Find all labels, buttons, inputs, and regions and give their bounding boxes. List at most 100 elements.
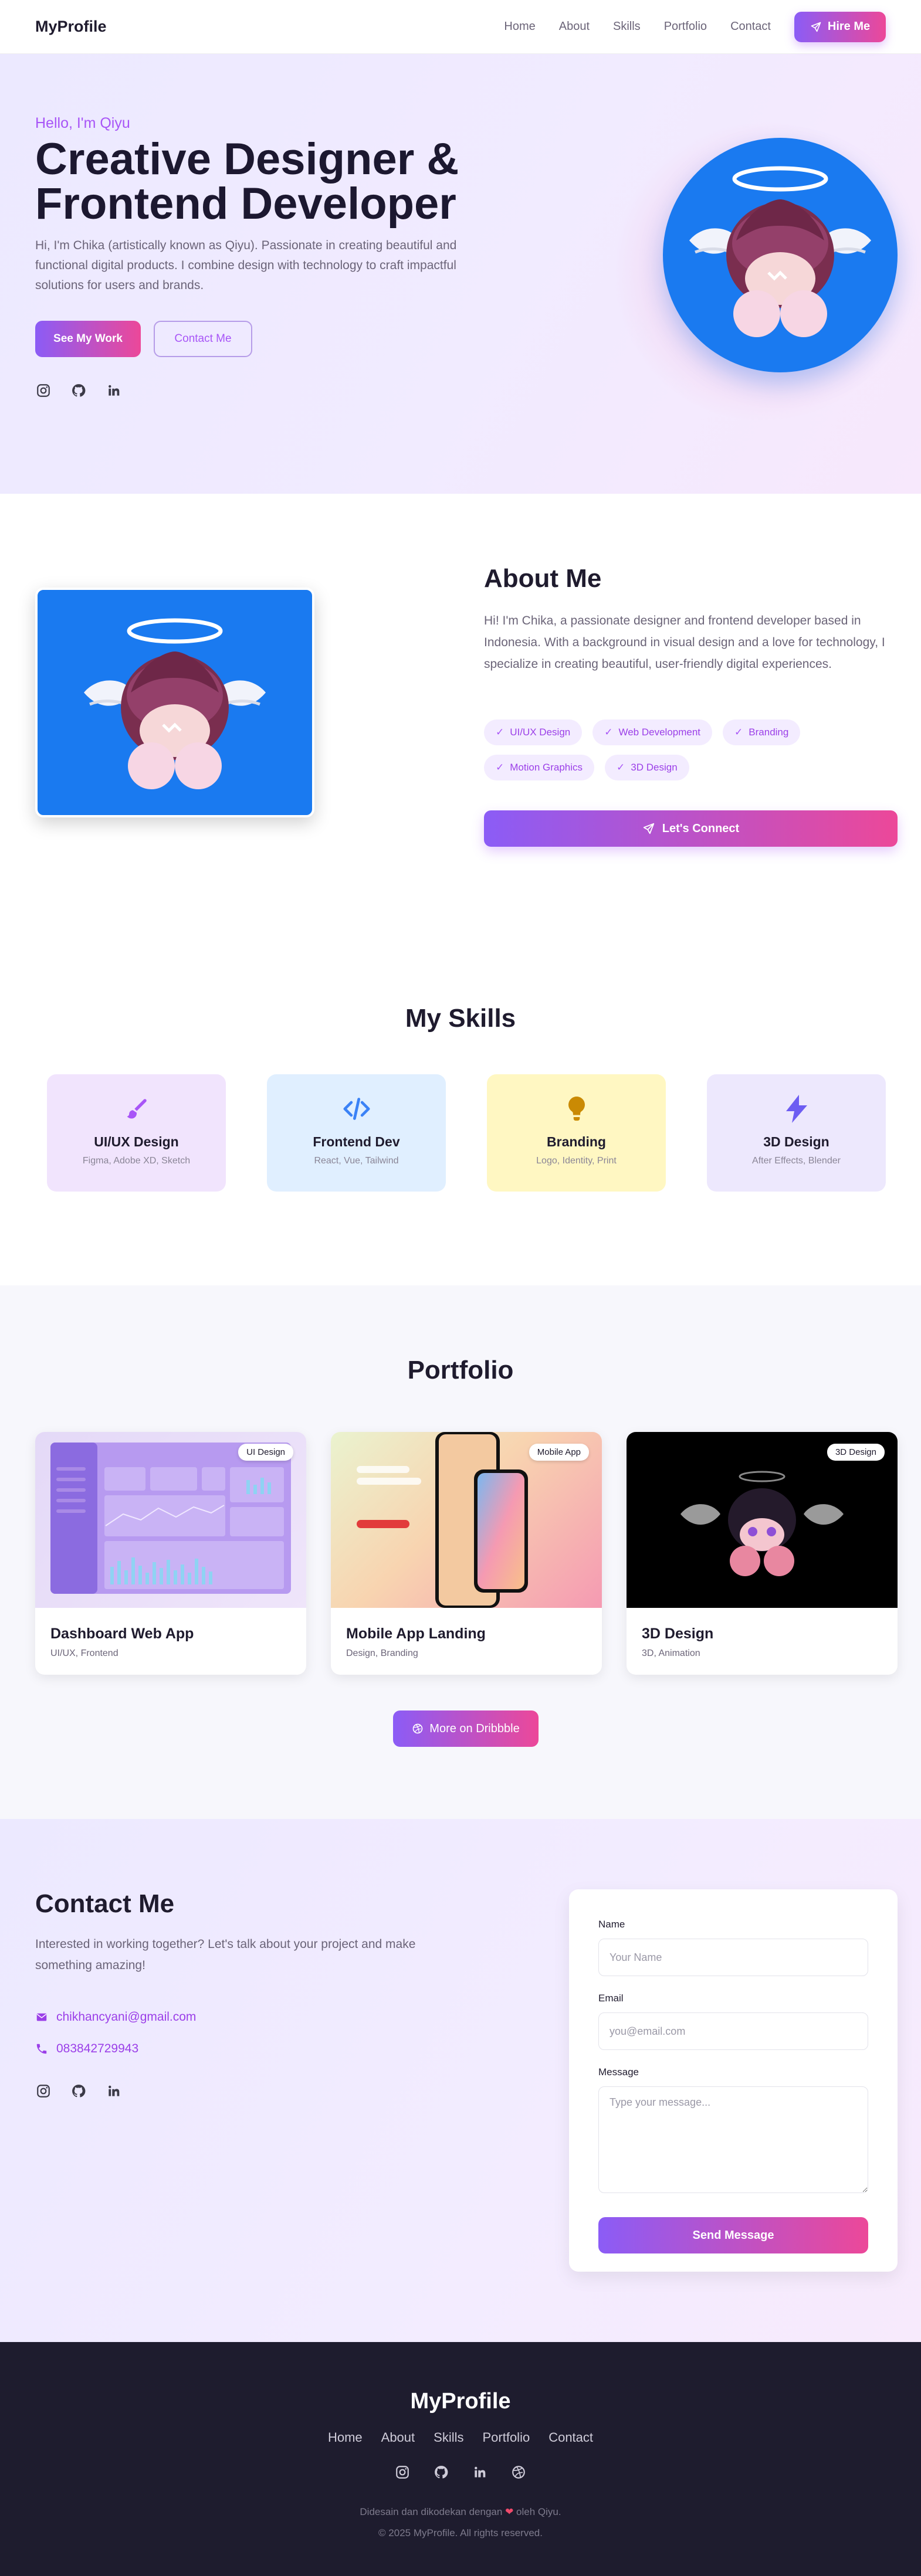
message-field[interactable]: [598, 2086, 868, 2193]
more-on-dribbble-button[interactable]: More on Dribbble: [393, 1710, 539, 1747]
portfolio-card-subtitle: 3D, Animation: [642, 1648, 700, 1658]
footer-brand[interactable]: MyProfile: [0, 2389, 921, 2414]
tag-uiux: ✓ UI/UX Design: [484, 719, 583, 745]
portfolio-card-mobile[interactable]: Mobile App Mobile App Landing Design, Br…: [331, 1432, 602, 1675]
portfolio-badge: UI Design: [238, 1444, 293, 1461]
footer-link-about[interactable]: About: [381, 2430, 415, 2445]
send-message-button[interactable]: Send Message: [598, 2217, 868, 2253]
skill-name: UI/UX Design: [94, 1134, 179, 1149]
portfolio-card-dashboard[interactable]: UI Design Dashboard Web App UI/UX, Front…: [35, 1432, 306, 1675]
mail-icon: [35, 2011, 48, 2024]
portfolio-title: Portfolio: [407, 1356, 514, 1384]
phone-icon: [35, 2042, 48, 2055]
hero-avatar: [663, 138, 898, 372]
about-tags: ✓ UI/UX Design ✓ Web Development ✓ Branding…: [484, 719, 889, 780]
brand-logo[interactable]: MyProfile: [35, 18, 107, 36]
hire-me-button[interactable]: Hire Me: [794, 11, 886, 42]
skill-name: Branding: [547, 1134, 606, 1149]
check-icon: ✓: [734, 727, 743, 738]
footer-link-home[interactable]: Home: [328, 2430, 363, 2445]
footer: MyProfile Home About Skills Portfolio Co…: [0, 2342, 921, 2576]
portfolio-card-subtitle: UI/UX, Frontend: [50, 1648, 118, 1658]
contact-email-text[interactable]: chikhancyani@gmail.com: [56, 2010, 196, 2024]
skill-cards: UI/UX Design Figma, Adobe XD, Sketch Fro…: [47, 1074, 886, 1192]
tag-3d: ✓ 3D Design: [605, 755, 689, 780]
skills-section: My Skills UI/UX Design Figma, Adobe XD, …: [0, 957, 921, 1285]
contact-email[interactable]: chikhancyani@gmail.com: [35, 2010, 196, 2024]
nav-link-skills[interactable]: Skills: [613, 20, 641, 33]
contact-form: Name Email Message Send Message: [569, 1889, 898, 2272]
instagram-icon[interactable]: [35, 382, 52, 399]
portfolio-cards: UI Design Dashboard Web App UI/UX, Front…: [35, 1432, 898, 1675]
nav-link-home[interactable]: Home: [504, 20, 535, 33]
message-label: Message: [598, 2066, 639, 2078]
portfolio-badge: 3D Design: [827, 1444, 885, 1461]
linkedin-icon[interactable]: [472, 2464, 488, 2480]
portfolio-card-3d[interactable]: 3D Design 3D Design 3D, Animation: [627, 1432, 898, 1675]
name-label: Name: [598, 1919, 625, 1930]
name-field[interactable]: [598, 1939, 868, 1976]
tag-label: Branding: [749, 727, 789, 738]
see-my-work-button[interactable]: See My Work: [35, 321, 141, 357]
portfolio-section: Portfolio UI Design Dashboard Web App UI…: [0, 1285, 921, 1819]
skill-tools: Logo, Identity, Print: [536, 1156, 617, 1166]
footer-links: Home About Skills Portfolio Contact: [0, 2430, 921, 2445]
skill-name: Frontend Dev: [313, 1134, 400, 1149]
instagram-icon[interactable]: [394, 2464, 411, 2480]
dribbble-icon: [412, 1723, 424, 1735]
3d-design-preview-image: 3D Design: [627, 1432, 898, 1608]
footer-link-contact[interactable]: Contact: [548, 2430, 593, 2445]
nav-link-about[interactable]: About: [559, 20, 590, 33]
tag-branding: ✓ Branding: [723, 719, 801, 745]
nav-link-contact[interactable]: Contact: [730, 20, 771, 33]
dribbble-icon[interactable]: [510, 2464, 527, 2480]
angel-character-image: [38, 590, 312, 815]
portfolio-card-title: Mobile App Landing: [346, 1625, 486, 1642]
check-icon: ✓: [604, 727, 613, 738]
linkedin-icon[interactable]: [106, 2083, 122, 2099]
email-label: Email: [598, 1993, 624, 2004]
tag-label: 3D Design: [631, 762, 678, 773]
footer-link-skills[interactable]: Skills: [434, 2430, 463, 2445]
skill-tools: After Effects, Blender: [752, 1156, 841, 1166]
angel-character-image: [663, 138, 898, 372]
portfolio-card-subtitle: Design, Branding: [346, 1648, 418, 1658]
footer-made-with: Didesain dan dikodekan dengan ❤ oleh Qiy…: [0, 2506, 921, 2518]
hero-title-line1: Creative Designer &: [35, 134, 459, 184]
hire-me-label: Hire Me: [827, 20, 871, 33]
tag-label: UI/UX Design: [510, 727, 571, 738]
contact-description: Interested in working together? Let's ta…: [35, 1937, 416, 1972]
skill-card-uiux: UI/UX Design Figma, Adobe XD, Sketch: [47, 1074, 226, 1192]
hero-title: Creative Designer & Frontend Developer: [35, 137, 563, 226]
lets-connect-label: Let's Connect: [662, 822, 740, 835]
footer-social-links: [0, 2464, 921, 2480]
skill-card-branding: Branding Logo, Identity, Print: [487, 1074, 666, 1192]
lets-connect-button[interactable]: Let's Connect: [484, 810, 898, 847]
tag-motion: ✓ Motion Graphics: [484, 755, 595, 780]
footer-made-suffix: oleh Qiyu.: [516, 2506, 561, 2517]
contact-social-links: [35, 2083, 122, 2099]
lightbulb-icon: [562, 1094, 591, 1124]
hero-actions: See My Work Contact Me: [35, 321, 252, 357]
github-icon[interactable]: [433, 2464, 449, 2480]
skill-tools: Figma, Adobe XD, Sketch: [82, 1156, 191, 1166]
contact-me-button[interactable]: Contact Me: [154, 321, 252, 357]
contact-phone-text[interactable]: 083842729943: [56, 2042, 138, 2056]
email-field[interactable]: [598, 2012, 868, 2050]
linkedin-icon[interactable]: [106, 382, 122, 399]
skill-tools: React, Vue, Tailwind: [314, 1156, 399, 1166]
footer-made-prefix: Didesain dan dikodekan dengan: [360, 2506, 503, 2517]
github-icon[interactable]: [70, 382, 87, 399]
footer-link-portfolio[interactable]: Portfolio: [482, 2430, 530, 2445]
send-icon: [642, 822, 655, 835]
github-icon[interactable]: [70, 2083, 87, 2099]
mobile-landing-preview-image: Mobile App: [331, 1432, 602, 1608]
send-icon: [810, 21, 822, 33]
tag-webdev: ✓ Web Development: [592, 719, 713, 745]
dashboard-preview-image: UI Design: [35, 1432, 306, 1608]
contact-phone[interactable]: 083842729943: [35, 2042, 138, 2056]
nav-link-portfolio[interactable]: Portfolio: [664, 20, 707, 33]
hero-section: Hello, I'm Qiyu Creative Designer & Fron…: [0, 54, 921, 494]
instagram-icon[interactable]: [35, 2083, 52, 2099]
about-description: Hi! I'm Chika, a passionate designer and…: [484, 614, 885, 671]
